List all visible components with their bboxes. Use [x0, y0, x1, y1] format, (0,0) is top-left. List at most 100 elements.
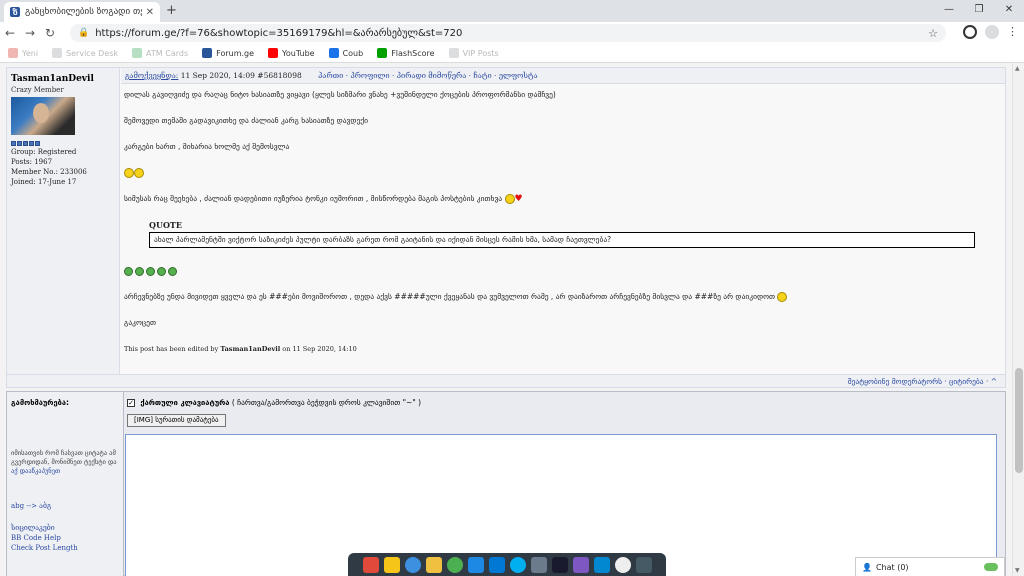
- laughing-smiley-icon: [124, 266, 133, 276]
- author-name[interactable]: Tasman1anDevil: [11, 74, 115, 84]
- bookmark-item[interactable]: Forum.ge: [202, 48, 254, 58]
- skype-icon[interactable]: [509, 556, 526, 573]
- windows-icon[interactable]: [593, 556, 610, 573]
- green-smiley-row: [124, 266, 999, 276]
- post-header-links[interactable]: პართი · პროფილი · პირადი მიმოწერა · ჩატი…: [318, 71, 537, 80]
- bookmark-label: VIP Posts: [462, 48, 499, 58]
- bookmark-item[interactable]: Yeni: [8, 48, 38, 58]
- keyboard-label: ქართული კლავიატურა: [140, 398, 230, 407]
- bookmark-item[interactable]: YouTube: [268, 48, 315, 58]
- outlook-icon[interactable]: [488, 556, 505, 573]
- page-scrollbar[interactable]: ▲ ▼: [1012, 63, 1024, 576]
- post-paragraph-with-smiley: სიმუსას რაც შეეხება , ძალიან დადებითი იუ…: [124, 194, 999, 204]
- translit-link[interactable]: abg --> აბგ: [11, 502, 119, 510]
- check-length-link[interactable]: Check Post Length: [11, 544, 119, 552]
- close-window-icon[interactable]: ✕: [994, 0, 1024, 22]
- bookmark-favicon-icon: [328, 48, 339, 58]
- edit-note-prefix: This post has been edited by: [124, 345, 219, 353]
- author-rank: Crazy Member: [11, 86, 64, 94]
- chat-user-icon: 👤: [862, 562, 872, 572]
- tab-strip: ზ განცხობილების ზოგადი თემ ✕ + — ❐ ✕: [0, 0, 1024, 22]
- forward-icon[interactable]: →: [20, 26, 40, 40]
- bookmark-label: Service Desk: [66, 48, 119, 58]
- post-footer: შეატყობინე მოდერატორს · ციტირება · ^: [6, 374, 1006, 388]
- tab-title: განცხობილების ზოგადი თემ: [25, 7, 142, 17]
- bookmark-item[interactable]: ATM Cards: [132, 48, 188, 58]
- author-joined: Joined: 17-June 17: [11, 178, 77, 186]
- bookmark-favicon-icon: [52, 48, 63, 58]
- app-icon[interactable]: [467, 556, 484, 573]
- post-footer-links[interactable]: შეატყობინე მოდერატორს · ციტირება · ^: [848, 377, 997, 386]
- bookmark-label: Forum.ge: [216, 48, 255, 58]
- post-paragraph: შემოვედი თემაში გადავიკითხე და ძალიან კა…: [124, 116, 369, 125]
- post-header: გამოქვეყნდა: 11 Sep 2020, 14:09 #5681809…: [121, 68, 1005, 84]
- keyboard-toggle-row: ✓ ქართული კლავიატურა ( ჩართვა/გამორთვა ბ…: [127, 398, 421, 407]
- address-bar[interactable]: 🔒 https://forum.ge/?f=76&showtopic=35169…: [70, 24, 946, 42]
- quote-hint-link[interactable]: აქ დააწკაპუნეთ: [11, 467, 60, 475]
- scroll-thumb[interactable]: [1015, 368, 1023, 473]
- menu-icon[interactable]: ⋮: [1007, 25, 1018, 39]
- laughing-smiley-icon: [146, 266, 155, 276]
- bookmark-star-icon[interactable]: ☆: [928, 27, 938, 40]
- love-smiley-icon: [504, 194, 515, 204]
- app-arrows-icon[interactable]: [362, 556, 379, 573]
- add-image-button[interactable]: [IMG] სურათის დამატება: [127, 414, 226, 427]
- bookmarks-bar: Yeni Service Desk ATM Cards Forum.ge YouTube…: [0, 44, 1024, 63]
- extension-icon[interactable]: [963, 25, 977, 39]
- bookmark-favicon-icon: [377, 48, 388, 58]
- back-icon[interactable]: ←: [0, 26, 20, 40]
- bookmark-item[interactable]: FlashScore: [377, 48, 435, 58]
- bookmark-label: Yeni: [22, 48, 39, 58]
- quote-hint-text: იმისათვის რომ ჩასვათ ციტატა ამ გვერდიდან…: [11, 449, 117, 466]
- smiley-row: [124, 168, 999, 178]
- browser-toolbar: ← → ↻ 🔒 https://forum.ge/?f=76&showtopic…: [0, 22, 1024, 44]
- new-tab-icon[interactable]: +: [166, 3, 177, 18]
- folder-icon[interactable]: [425, 556, 442, 573]
- author-group: Group: Registered: [11, 148, 77, 156]
- author-panel: Tasman1anDevil Crazy Member Group: Regis…: [7, 68, 120, 384]
- lock-icon: 🔒: [78, 28, 90, 38]
- reply-label: გამოხმაურება:: [11, 398, 70, 407]
- chrome-icon[interactable]: [446, 556, 463, 573]
- bookmark-item[interactable]: Coub: [328, 48, 364, 58]
- scroll-down-icon[interactable]: ▼: [1015, 567, 1020, 574]
- post-paragraph: კარგები ხართ , მიხარია ხოლმე აქ შემოსვლა: [124, 142, 290, 151]
- georgian-keyboard-checkbox[interactable]: ✓: [127, 399, 135, 407]
- close-tab-icon[interactable]: ✕: [146, 7, 154, 18]
- restore-icon[interactable]: ❐: [964, 0, 994, 22]
- smiley-icon: [124, 168, 134, 178]
- edit-note-suffix: on 11 Sep 2020, 14:10: [282, 345, 357, 353]
- bookmark-favicon-icon: [202, 48, 213, 58]
- bookmark-favicon-icon: [448, 48, 459, 58]
- reply-form: გამოხმაურება: იმისათვის რომ ჩასვათ ციტატ…: [6, 391, 1006, 576]
- quote-hint: იმისათვის რომ ჩასვათ ციტატა ამ გვერდიდან…: [11, 449, 119, 476]
- bbcode-help-link[interactable]: BB Code Help: [11, 534, 119, 542]
- bookmark-item[interactable]: VIP Posts: [448, 48, 499, 58]
- smilies-link[interactable]: სიცილაკები: [11, 524, 119, 532]
- reply-sidebar: გამოხმაურება: იმისათვის რომ ჩასვათ ციტატ…: [7, 392, 124, 576]
- clock-icon[interactable]: [614, 556, 631, 573]
- chat-toggle[interactable]: [984, 563, 998, 571]
- post-body: დილას გავიღვიძე და რაღაც ნიტო ხასიათზე ვ…: [124, 90, 999, 354]
- app-icon[interactable]: [635, 556, 652, 573]
- minimize-icon[interactable]: —: [934, 0, 964, 22]
- bookmark-item[interactable]: Service Desk: [52, 48, 118, 58]
- bookmark-favicon-icon: [8, 48, 18, 58]
- scroll-up-icon[interactable]: ▲: [1015, 65, 1020, 72]
- angry-smiley-icon: [777, 292, 788, 302]
- tab-forum[interactable]: ზ განცხობილების ზოგადი თემ ✕: [4, 2, 160, 22]
- profile-avatar[interactable]: [985, 25, 999, 39]
- terminal-icon[interactable]: [551, 556, 568, 573]
- smiley-icon: [134, 168, 144, 178]
- post-id[interactable]: #56818098: [257, 71, 301, 80]
- author-member-no: Member No.: 233006: [11, 168, 87, 176]
- chat-widget[interactable]: 👤 Chat (0): [855, 557, 1005, 576]
- app-icon[interactable]: [530, 556, 547, 573]
- app-icon[interactable]: [572, 556, 589, 573]
- post-published-label: გამოქვეყნდა:: [125, 71, 179, 80]
- reload-icon[interactable]: ↻: [40, 26, 60, 40]
- app-lightning-icon[interactable]: [383, 556, 400, 573]
- bookmark-label: Coub: [342, 48, 364, 58]
- post-paragraph-vote: არჩევნებზე უნდა მივიდეთ ყველა და ეს ###ე…: [124, 292, 999, 302]
- help-icon[interactable]: [404, 556, 421, 573]
